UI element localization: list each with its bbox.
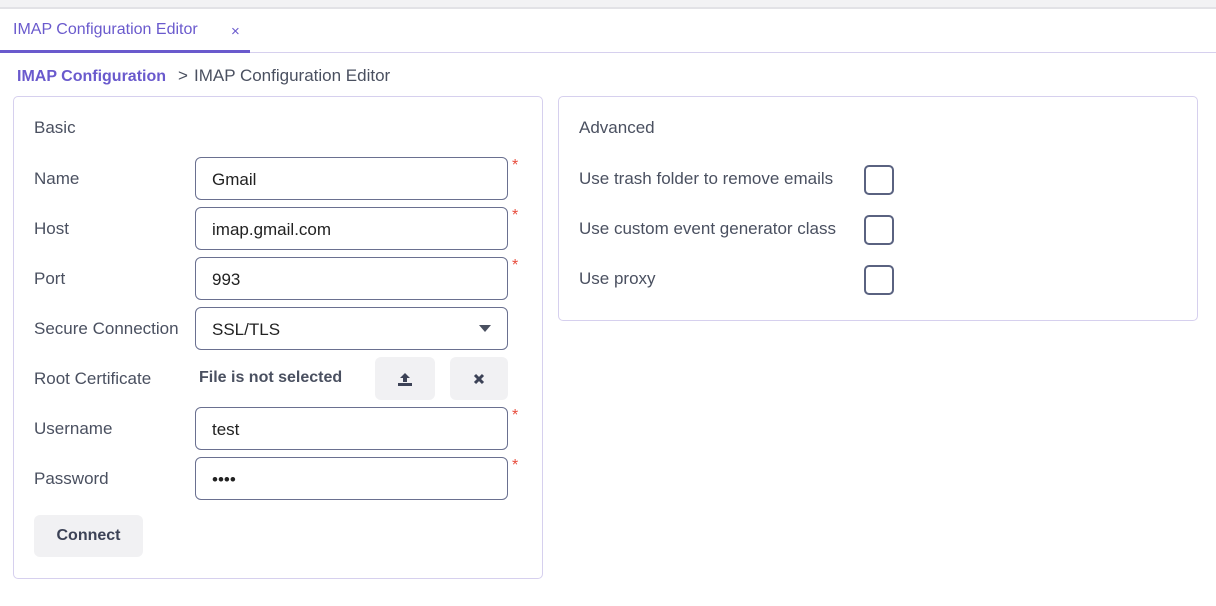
close-icon[interactable]: × — [231, 23, 240, 40]
required-marker: * — [512, 407, 519, 424]
use-custom-event-generator-checkbox[interactable] — [864, 215, 894, 245]
basic-title: Basic — [34, 118, 76, 137]
close-icon — [473, 373, 485, 384]
secure-connection-select[interactable]: SSL/TLS — [195, 307, 508, 350]
username-input[interactable]: test — [195, 407, 508, 450]
advanced-title: Advanced — [579, 118, 655, 137]
use-trash-folder-label: Use trash folder to remove emails — [579, 169, 834, 188]
host-input[interactable]: imap.gmail.com — [195, 207, 508, 250]
upload-button[interactable] — [375, 357, 435, 400]
breadcrumb-current: IMAP Configuration Editor — [193, 66, 391, 85]
caret-down-icon — [479, 325, 491, 332]
root-certificate-label: Root Certificate — [34, 369, 152, 388]
upload-icon — [398, 372, 412, 386]
connect-button[interactable]: Connect — [34, 515, 143, 557]
breadcrumb-parent-link[interactable]: IMAP Configuration — [17, 68, 166, 85]
port-input[interactable]: 993 — [195, 257, 508, 300]
tab-imap-configuration-editor[interactable]: IMAP Configuration Editor × — [0, 9, 250, 53]
port-label: Port — [34, 269, 66, 288]
required-marker: * — [512, 207, 519, 224]
top-bar — [0, 0, 1216, 9]
host-label: Host — [34, 219, 69, 238]
secure-connection-label: Secure Connection — [34, 319, 179, 338]
name-input[interactable]: Gmail — [195, 157, 508, 200]
required-marker: * — [512, 157, 519, 174]
required-marker: * — [512, 257, 519, 274]
breadcrumb-separator: > — [178, 66, 188, 85]
secure-connection-value: SSL/TLS — [212, 320, 281, 339]
use-proxy-checkbox[interactable] — [864, 265, 894, 295]
clear-certificate-button[interactable] — [450, 357, 508, 400]
use-custom-event-generator-label: Use custom event generator class — [579, 219, 837, 238]
password-input[interactable]: •••• — [195, 457, 508, 500]
tab-label: IMAP Configuration Editor — [13, 21, 198, 38]
required-marker: * — [512, 457, 519, 474]
name-label: Name — [34, 169, 80, 188]
password-label: Password — [34, 469, 109, 488]
username-label: Username — [34, 419, 113, 438]
use-trash-folder-checkbox[interactable] — [864, 165, 894, 195]
certificate-status: File is not selected — [199, 369, 343, 386]
breadcrumb: IMAP Configuration > IMAP Configuration Ed… — [17, 66, 390, 86]
tab-bar: IMAP Configuration Editor × — [0, 9, 1216, 53]
use-proxy-label: Use proxy — [579, 269, 656, 288]
